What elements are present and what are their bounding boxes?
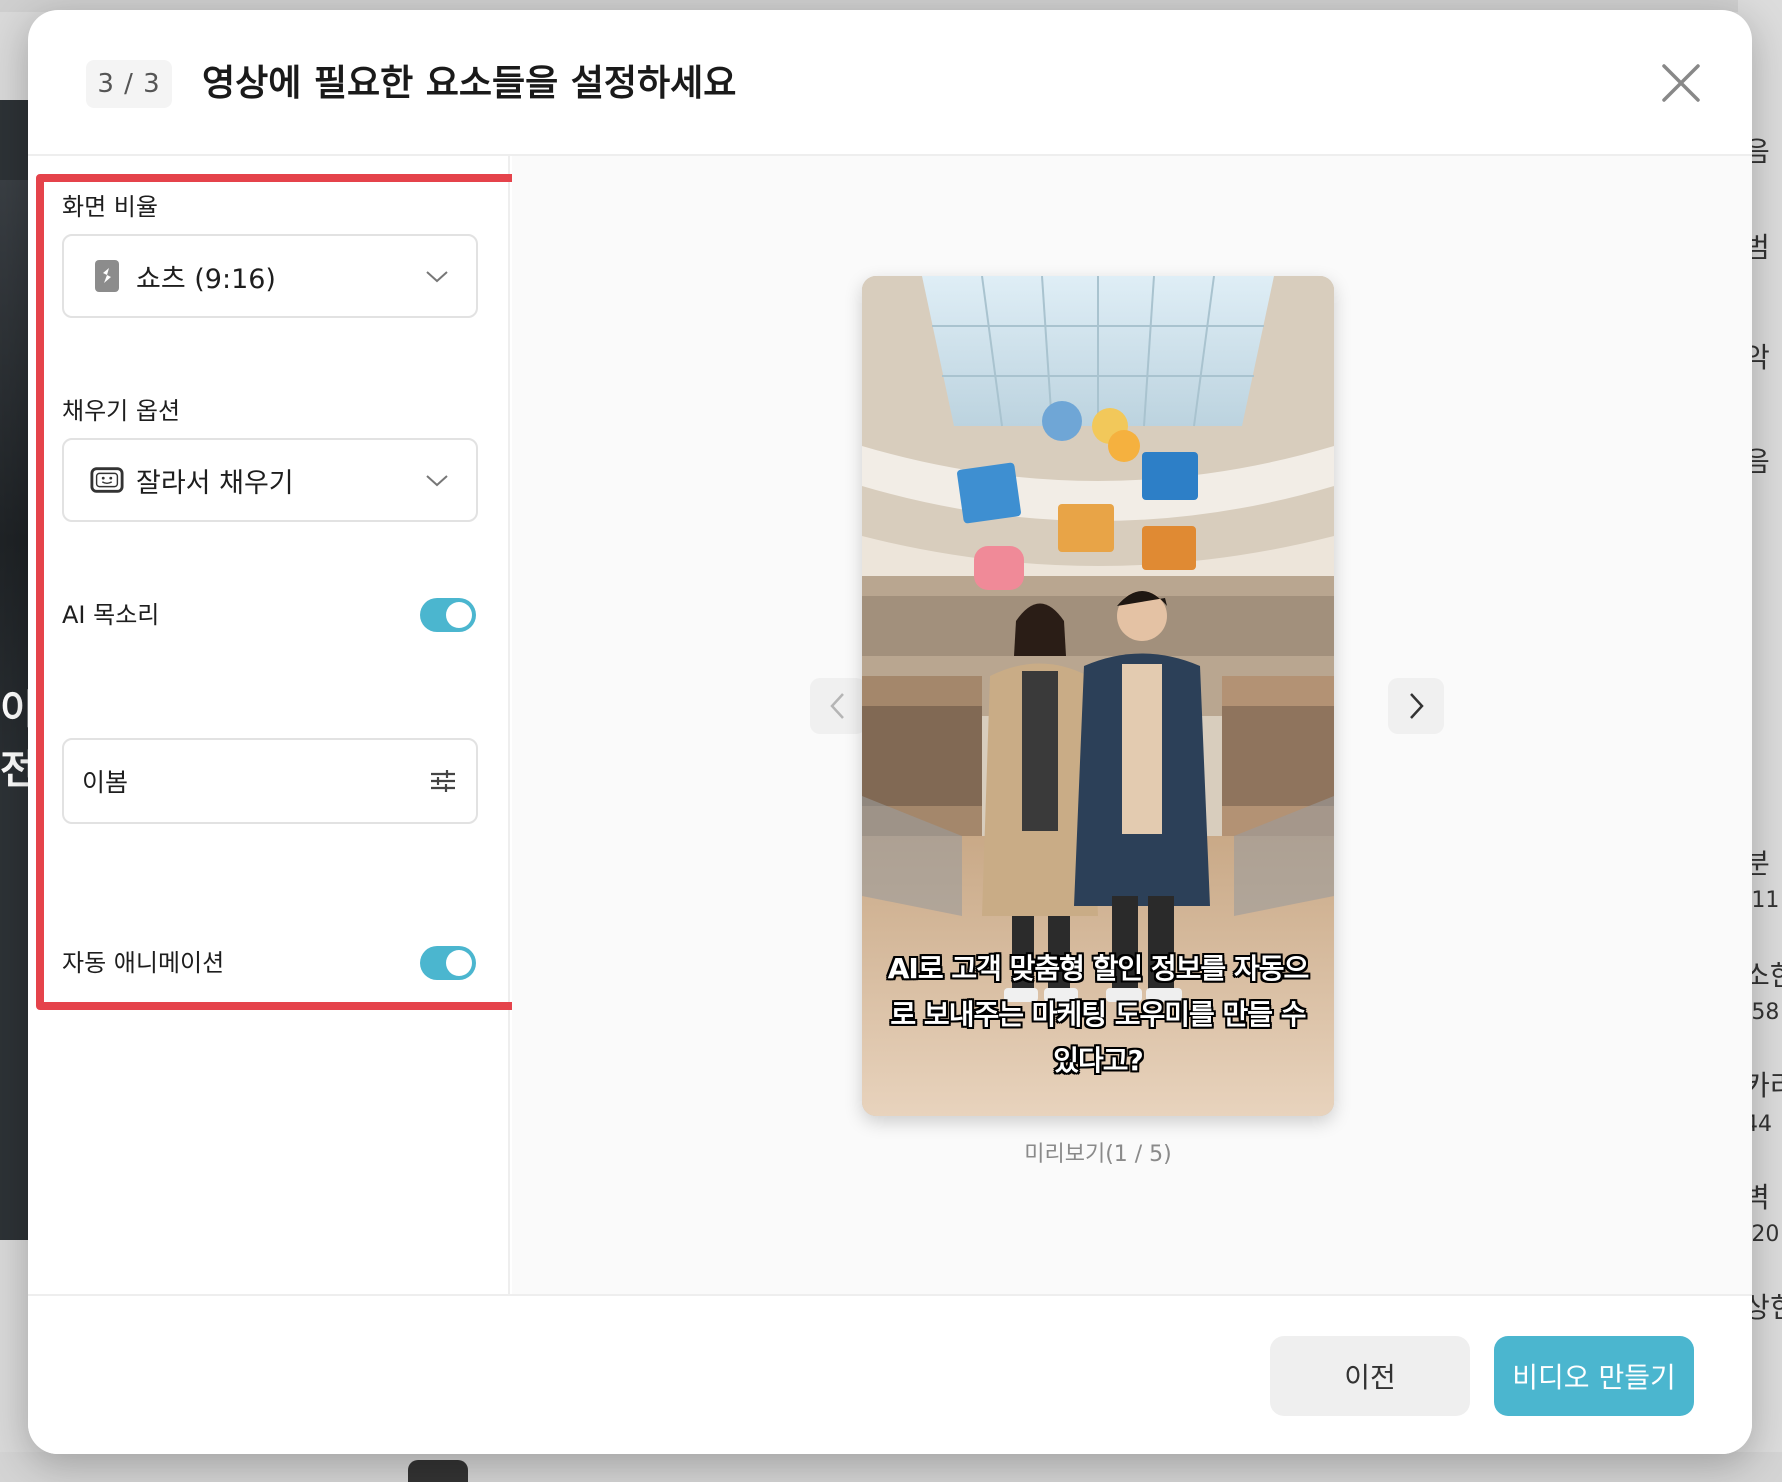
toggle-knob: [446, 602, 472, 628]
background-bottom-bar: [0, 1452, 1782, 1482]
step-indicator: 3 / 3: [86, 60, 172, 108]
previous-slide-button[interactable]: [810, 678, 866, 734]
next-slide-button[interactable]: [1388, 678, 1444, 734]
make-video-button[interactable]: 비디오 만들기: [1494, 1336, 1694, 1416]
ai-voice-label: AI 목소리: [62, 601, 160, 629]
voice-name: 이봄: [82, 768, 129, 797]
aspect-ratio-label: 화면 비율: [62, 193, 158, 221]
chevron-down-icon: [426, 271, 448, 283]
fill-option-select[interactable]: 잘라서 채우기: [62, 438, 478, 522]
preview-area: AI로 고객 맞춤형 할인 정보를 자동으로 보내주는 마케팅 도우미를 만들 …: [512, 156, 1752, 1294]
crop-fill-icon: [90, 463, 124, 497]
auto-animation-label: 자동 애니메이션: [62, 949, 225, 977]
tune-icon: [431, 770, 455, 792]
close-button[interactable]: [1658, 60, 1704, 106]
fill-option-value: 잘라서 채우기: [136, 467, 294, 499]
chevron-right-icon: [1410, 693, 1424, 719]
auto-animation-toggle[interactable]: [420, 946, 476, 980]
previous-button[interactable]: 이전: [1270, 1336, 1470, 1416]
close-icon: [1662, 64, 1700, 102]
aspect-ratio-value: 쇼츠 (9:16): [136, 263, 276, 295]
fill-option-label: 채우기 옵션: [62, 397, 181, 425]
voice-selector[interactable]: 이봄: [62, 738, 478, 824]
modal-header: 3 / 3 영상에 필요한 요소들을 설정하세요: [28, 10, 1752, 156]
shorts-icon: [90, 259, 124, 293]
chevron-down-icon: [426, 475, 448, 487]
video-preview: AI로 고객 맞춤형 할인 정보를 자동으로 보내주는 마케팅 도우미를 만들 …: [862, 276, 1334, 1116]
modal-footer: 이전 비디오 만들기: [28, 1294, 1752, 1454]
background-video-thumbnail: 이 전: [0, 100, 37, 1240]
toggle-knob: [446, 950, 472, 976]
video-subtitle: AI로 고객 맞춤형 할인 정보를 자동으로 보내주는 마케팅 도우미를 만들 …: [887, 952, 1309, 1077]
video-settings-modal: 3 / 3 영상에 필요한 요소들을 설정하세요 화면 비율 쇼츠 (9:16): [28, 10, 1752, 1454]
chevron-left-icon: [830, 693, 844, 719]
aspect-ratio-select[interactable]: 쇼츠 (9:16): [62, 234, 478, 318]
preview-counter: 미리보기(1 / 5): [1024, 1142, 1172, 1167]
modal-title: 영상에 필요한 요소들을 설정하세요: [202, 63, 737, 104]
background-thumbnail: [408, 1460, 468, 1482]
ai-voice-toggle[interactable]: [420, 598, 476, 632]
settings-panel: 화면 비율 쇼츠 (9:16) 채우기 옵션 잘라서 채우기 AI 목소리 이봄…: [28, 156, 510, 1294]
